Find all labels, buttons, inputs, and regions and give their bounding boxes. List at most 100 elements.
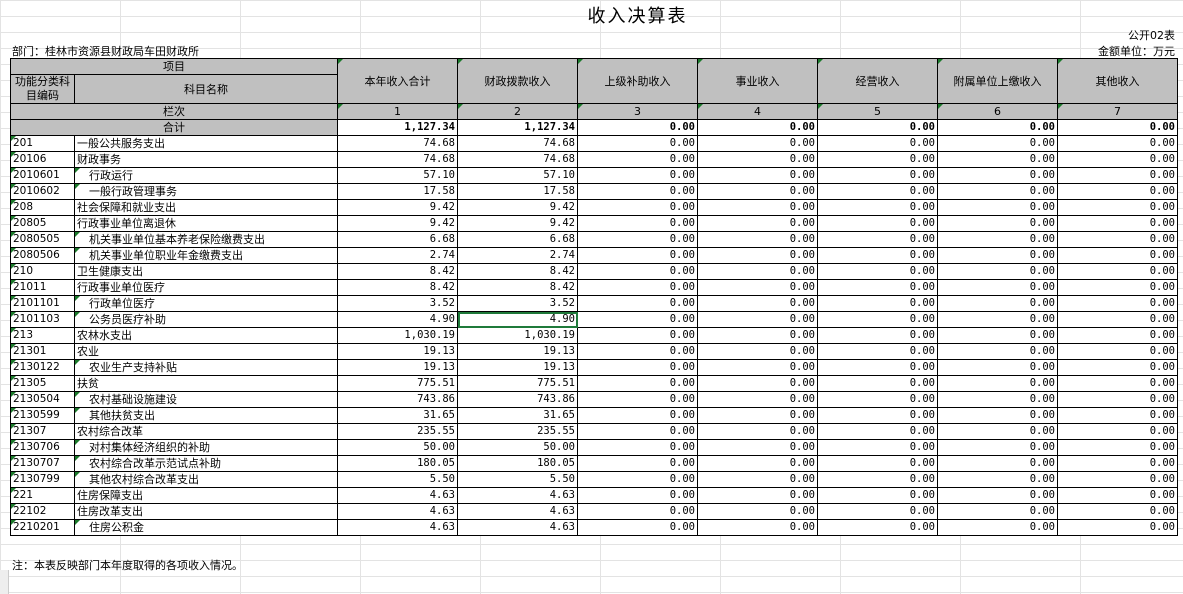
row-value-2[interactable]: 19.13	[457, 343, 578, 360]
row-value-1[interactable]: 2.74	[337, 247, 458, 264]
row-value-1[interactable]: 8.42	[337, 263, 458, 280]
row-value-4[interactable]: 0.00	[697, 471, 818, 488]
total-value-2[interactable]: 1,127.34	[457, 119, 578, 136]
row-value-2[interactable]: 4.63	[457, 487, 578, 504]
row-value-7[interactable]: 0.00	[1057, 279, 1178, 296]
header-col-7[interactable]: 其他收入	[1057, 58, 1178, 104]
row-code[interactable]: 21307	[10, 423, 75, 440]
row-value-3[interactable]: 0.00	[577, 519, 698, 536]
row-value-3[interactable]: 0.00	[577, 359, 698, 376]
row-value-5[interactable]: 0.00	[817, 263, 938, 280]
row-value-1[interactable]: 180.05	[337, 455, 458, 472]
header-col-2[interactable]: 财政拨款收入	[457, 58, 578, 104]
row-value-2[interactable]: 2.74	[457, 247, 578, 264]
row-value-5[interactable]: 0.00	[817, 279, 938, 296]
row-value-2[interactable]: 6.68	[457, 231, 578, 248]
row-value-2[interactable]: 5.50	[457, 471, 578, 488]
row-value-4[interactable]: 0.00	[697, 263, 818, 280]
row-code[interactable]: 21011	[10, 279, 75, 296]
row-name[interactable]: 住房改革支出	[74, 503, 338, 520]
row-value-5[interactable]: 0.00	[817, 407, 938, 424]
row-value-5[interactable]: 0.00	[817, 295, 938, 312]
row-code[interactable]: 21301	[10, 343, 75, 360]
row-value-2[interactable]: 180.05	[457, 455, 578, 472]
row-value-6[interactable]: 0.00	[937, 407, 1058, 424]
row-value-6[interactable]: 0.00	[937, 247, 1058, 264]
row-value-2[interactable]: 1,030.19	[457, 327, 578, 344]
row-value-3[interactable]: 0.00	[577, 423, 698, 440]
total-value-5[interactable]: 0.00	[817, 119, 938, 136]
row-value-6[interactable]: 0.00	[937, 311, 1058, 328]
row-value-4[interactable]: 0.00	[697, 151, 818, 168]
row-value-6[interactable]: 0.00	[937, 167, 1058, 184]
row-code[interactable]: 20106	[10, 151, 75, 168]
row-code[interactable]: 210	[10, 263, 75, 280]
row-value-5[interactable]: 0.00	[817, 487, 938, 504]
row-value-2[interactable]: 31.65	[457, 407, 578, 424]
header-name[interactable]: 科目名称	[74, 74, 338, 104]
row-value-6[interactable]: 0.00	[937, 455, 1058, 472]
row-value-3[interactable]: 0.00	[577, 471, 698, 488]
row-name[interactable]: 农村综合改革	[74, 423, 338, 440]
row-value-4[interactable]: 0.00	[697, 407, 818, 424]
row-name[interactable]: 一般公共服务支出	[74, 135, 338, 152]
row-value-1[interactable]: 3.52	[337, 295, 458, 312]
row-value-2[interactable]: 9.42	[457, 199, 578, 216]
row-value-2[interactable]: 743.86	[457, 391, 578, 408]
row-value-7[interactable]: 0.00	[1057, 183, 1178, 200]
row-name[interactable]: 行政单位医疗	[74, 295, 338, 312]
row-value-2[interactable]: 4.90	[457, 311, 578, 328]
row-value-6[interactable]: 0.00	[937, 375, 1058, 392]
row-value-6[interactable]: 0.00	[937, 327, 1058, 344]
row-value-4[interactable]: 0.00	[697, 343, 818, 360]
row-name[interactable]: 行政事业单位离退休	[74, 215, 338, 232]
row-name[interactable]: 机关事业单位职业年金缴费支出	[74, 247, 338, 264]
row-value-2[interactable]: 74.68	[457, 135, 578, 152]
row-value-6[interactable]: 0.00	[937, 439, 1058, 456]
row-name[interactable]: 行政运行	[74, 167, 338, 184]
row-value-2[interactable]: 74.68	[457, 151, 578, 168]
row-name[interactable]: 社会保障和就业支出	[74, 199, 338, 216]
row-value-3[interactable]: 0.00	[577, 183, 698, 200]
row-value-7[interactable]: 0.00	[1057, 263, 1178, 280]
row-value-4[interactable]: 0.00	[697, 359, 818, 376]
row-value-4[interactable]: 0.00	[697, 487, 818, 504]
row-value-1[interactable]: 4.63	[337, 519, 458, 536]
row-value-5[interactable]: 0.00	[817, 231, 938, 248]
row-value-5[interactable]: 0.00	[817, 167, 938, 184]
row-code[interactable]: 2130599	[10, 407, 75, 424]
row-value-4[interactable]: 0.00	[697, 231, 818, 248]
row-value-7[interactable]: 0.00	[1057, 295, 1178, 312]
header-col-5[interactable]: 经营收入	[817, 58, 938, 104]
row-value-1[interactable]: 1,030.19	[337, 327, 458, 344]
row-value-7[interactable]: 0.00	[1057, 167, 1178, 184]
row-value-7[interactable]: 0.00	[1057, 455, 1178, 472]
row-value-7[interactable]: 0.00	[1057, 519, 1178, 536]
row-code[interactable]: 2101103	[10, 311, 75, 328]
row-value-1[interactable]: 6.68	[337, 231, 458, 248]
row-value-3[interactable]: 0.00	[577, 231, 698, 248]
row-value-3[interactable]: 0.00	[577, 215, 698, 232]
row-value-2[interactable]: 3.52	[457, 295, 578, 312]
row-code[interactable]: 213	[10, 327, 75, 344]
row-value-3[interactable]: 0.00	[577, 279, 698, 296]
row-value-6[interactable]: 0.00	[937, 503, 1058, 520]
row-value-1[interactable]: 235.55	[337, 423, 458, 440]
header-item[interactable]: 项目	[10, 58, 338, 75]
row-name[interactable]: 财政事务	[74, 151, 338, 168]
row-value-5[interactable]: 0.00	[817, 391, 938, 408]
row-value-7[interactable]: 0.00	[1057, 487, 1178, 504]
total-value-7[interactable]: 0.00	[1057, 119, 1178, 136]
row-value-4[interactable]: 0.00	[697, 391, 818, 408]
row-code[interactable]: 2080505	[10, 231, 75, 248]
row-value-1[interactable]: 50.00	[337, 439, 458, 456]
row-value-5[interactable]: 0.00	[817, 359, 938, 376]
row-value-2[interactable]: 57.10	[457, 167, 578, 184]
row-name[interactable]: 其他农村综合改革支出	[74, 471, 338, 488]
row-value-5[interactable]: 0.00	[817, 247, 938, 264]
row-value-4[interactable]: 0.00	[697, 439, 818, 456]
row-value-3[interactable]: 0.00	[577, 327, 698, 344]
row-value-7[interactable]: 0.00	[1057, 199, 1178, 216]
row-value-1[interactable]: 4.90	[337, 311, 458, 328]
row-value-7[interactable]: 0.00	[1057, 439, 1178, 456]
